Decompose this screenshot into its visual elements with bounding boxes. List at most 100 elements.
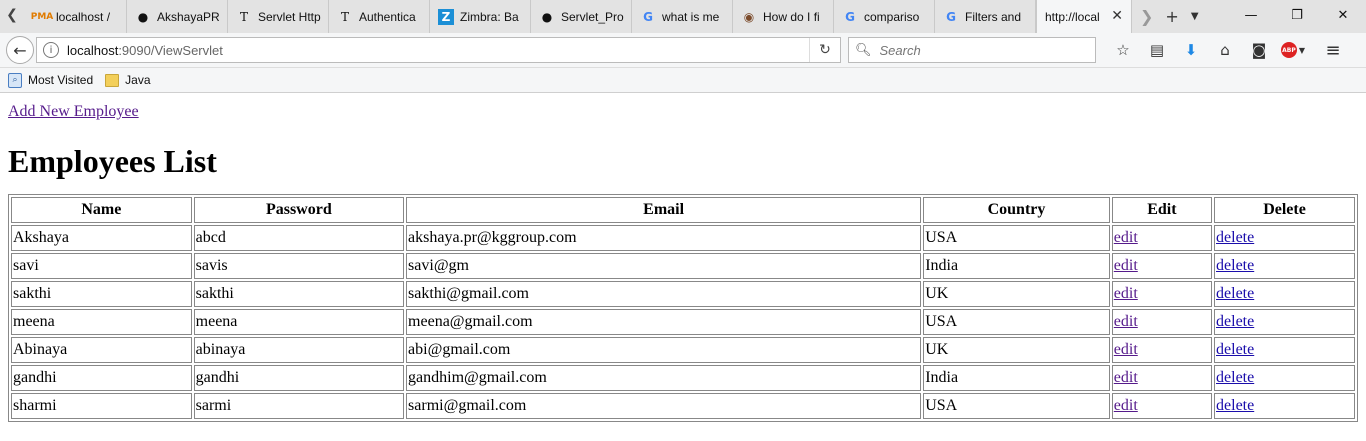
edit-link[interactable]: edit [1114,285,1138,302]
cell-email: sarmi@gmail.com [406,393,922,419]
close-icon[interactable]: ✕ [1111,8,1123,24]
column-header-edit: Edit [1111,197,1213,223]
cell-password: abcd [193,225,405,251]
most-visited-icon: ⌕ [8,72,22,88]
cell-country: USA [923,225,1110,251]
cell-country: USA [923,393,1110,419]
tutorial-icon: T [239,9,248,24]
edit-link[interactable]: edit [1114,341,1138,358]
url-text[interactable]: localhost:9090/ViewServlet [67,43,809,58]
cell-delete: delete [1214,393,1355,419]
cell-delete: delete [1214,365,1355,391]
download-icon[interactable]: ⬇ [1174,37,1208,63]
tab-title: compariso [864,9,920,24]
cell-password: abinaya [193,337,405,363]
pocket-icon[interactable]: ◙ [1242,37,1276,63]
cell-name: meena [11,309,192,335]
cell-name: sharmi [11,393,192,419]
restore-button[interactable]: ❐ [1274,0,1320,30]
tab-title: AkshayaPR [157,9,220,24]
cell-delete: delete [1214,253,1355,279]
list-all-tabs-icon[interactable]: ▼ [1191,11,1199,22]
table-row: sakthi sakthi sakthi@gmail.com UK edit d… [11,281,1355,307]
window-controls: — ❐ ✕ [1228,0,1366,33]
tab-scroll-left-button[interactable]: ❮ [2,4,22,26]
minimize-button[interactable]: — [1228,0,1274,30]
cell-country: UK [923,281,1110,307]
table-row: gandhi gandhi gandhim@gmail.com India ed… [11,365,1355,391]
column-header-name: Name [11,197,192,223]
bookmark-star-icon[interactable]: ☆ [1106,37,1140,63]
edit-link[interactable]: edit [1114,257,1138,274]
tab-zimbra[interactable]: Z Zimbra: Ba [430,0,531,33]
delete-link[interactable]: delete [1216,341,1254,358]
navigation-toolbar: ← i localhost:9090/ViewServlet ↻ 🔍︎ ☆ ▤ … [0,33,1366,68]
tab-servlet-http[interactable]: T Servlet Http [228,0,329,33]
tab-title: Filters and [965,9,1022,24]
delete-link[interactable]: delete [1216,369,1254,386]
tab-list: PMA localhost / ● AkshayaPR T Servlet Ht… [26,0,1132,33]
cell-name: Abinaya [11,337,192,363]
tab-how-do-i[interactable]: ◉ How do I fi [733,0,834,33]
reload-icon[interactable]: ↻ [809,38,840,62]
delete-link[interactable]: delete [1216,313,1254,330]
cell-email: sakthi@gmail.com [406,281,922,307]
tutorial-icon: T [340,9,349,24]
table-row: sharmi sarmi sarmi@gmail.com USA edit de… [11,393,1355,419]
tab-comparison[interactable]: G compariso [834,0,935,33]
edit-link[interactable]: edit [1114,229,1138,246]
tab-title: what is me [662,9,720,24]
delete-link[interactable]: delete [1216,397,1254,414]
home-icon[interactable]: ⌂ [1208,37,1242,63]
tab-akshayapr[interactable]: ● AkshayaPR [127,0,228,33]
tab-scroll-right-button[interactable]: ❯ [1140,7,1153,26]
info-icon[interactable]: i [43,42,59,58]
delete-link[interactable]: delete [1216,229,1254,246]
tab-filters[interactable]: G Filters and [935,0,1036,33]
cell-edit: edit [1111,253,1213,279]
search-bar[interactable]: 🔍︎ [848,37,1096,63]
toolbar-icons: ☆ ▤ ⬇ ⌂ ◙ ABP ▼ ≡ [1106,37,1350,63]
tab-what-is-me[interactable]: G what is me [632,0,733,33]
tab-servlet-pro[interactable]: ● Servlet_Pro [531,0,632,33]
bookmark-java[interactable]: Java [105,73,151,87]
delete-link[interactable]: delete [1216,285,1254,302]
tab-title: Zimbra: Ba [460,9,519,24]
tab-title: How do I fi [763,9,820,24]
edit-link[interactable]: edit [1114,313,1138,330]
search-icon: 🔍︎ [855,42,872,58]
cell-name: gandhi [11,365,192,391]
zimbra-icon: Z [438,8,454,25]
tab-active[interactable]: http://local ✕ [1036,0,1132,33]
url-bar[interactable]: i localhost:9090/ViewServlet ↻ [36,37,841,63]
close-window-button[interactable]: ✕ [1320,0,1366,30]
tab-localhost[interactable]: PMA localhost / [26,0,127,33]
search-input[interactable] [877,41,1082,59]
delete-link[interactable]: delete [1216,257,1254,274]
bookmark-most-visited[interactable]: ⌕ Most Visited [8,72,93,88]
adblock-icon[interactable]: ABP ▼ [1276,37,1310,63]
back-button[interactable]: ← [6,36,34,64]
google-icon: G [946,9,956,24]
column-header-country: Country [923,197,1110,223]
cell-name: sakthi [11,281,192,307]
cell-delete: delete [1214,225,1355,251]
new-tab-button[interactable]: + [1165,7,1178,26]
bookmark-label: Java [125,73,151,87]
cell-edit: edit [1111,365,1213,391]
table-row: meena meena meena@gmail.com USA edit del… [11,309,1355,335]
page-content: Add New Employee Employees List Name Pas… [8,93,1358,422]
table-row: savi savis savi@gm India edit delete [11,253,1355,279]
column-header-delete: Delete [1214,197,1355,223]
edit-link[interactable]: edit [1114,397,1138,414]
add-new-employee-link[interactable]: Add New Employee [8,103,1358,121]
tab-controls: ❯ + ▼ [1140,0,1199,33]
cell-password: sakthi [193,281,405,307]
cell-edit: edit [1111,281,1213,307]
edit-link[interactable]: edit [1114,369,1138,386]
employees-table: Name Password Email Country Edit Delete … [8,194,1358,422]
tab-authentication[interactable]: T Authentica [329,0,430,33]
reading-list-icon[interactable]: ▤ [1140,37,1174,63]
menu-icon[interactable]: ≡ [1316,37,1350,63]
cell-email: savi@gm [406,253,922,279]
